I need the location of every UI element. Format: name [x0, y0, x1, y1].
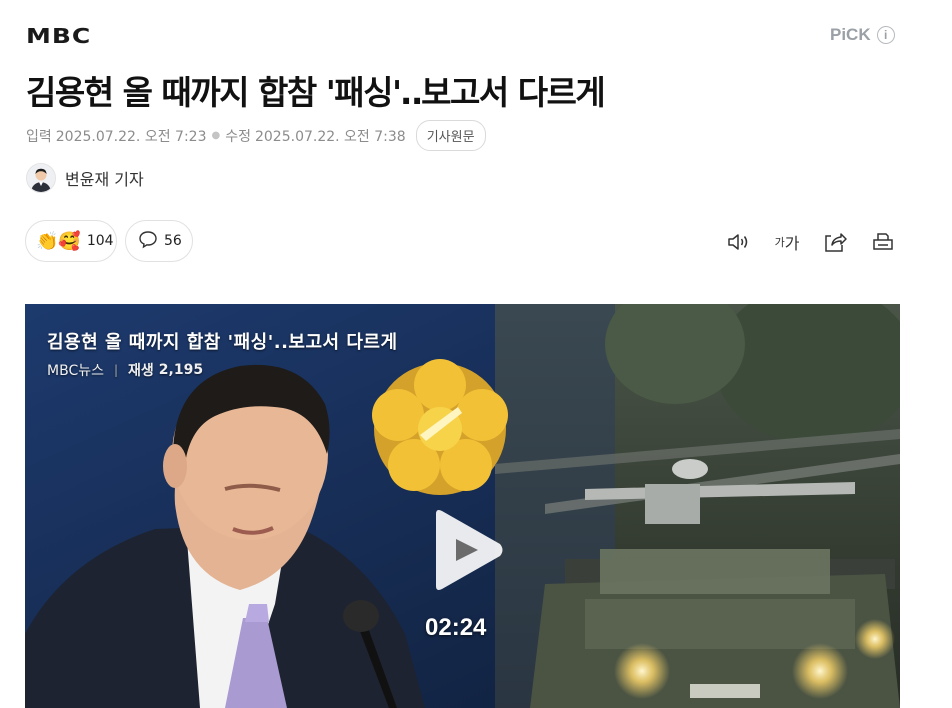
reaction-button[interactable]: 👏 🥰 104: [25, 220, 117, 262]
comment-count: 56: [164, 233, 182, 249]
info-icon[interactable]: i: [876, 26, 895, 44]
font-size-button[interactable]: 가가: [772, 228, 802, 256]
input-label: 입력: [26, 128, 52, 145]
font-small-label: 가: [774, 236, 785, 249]
article-tools: 가가: [724, 228, 898, 256]
pick-badge[interactable]: PiCK i: [830, 25, 895, 45]
video-title: 김용현 올 때까지 합참 '패싱'..보고서 다르게: [47, 332, 398, 353]
comment-icon: [138, 229, 158, 253]
modified-label: 수정: [225, 128, 251, 145]
reporter-name: 변윤재 기자: [65, 170, 144, 189]
original-article-button[interactable]: 기사원문: [415, 120, 486, 151]
font-large-label: 가: [784, 234, 800, 253]
modified-date: 2025.07.22. 오전 7:38: [254, 128, 406, 145]
clap-emoji-icon: 👏: [36, 230, 59, 252]
video-player[interactable]: 김용현 올 때까지 합참 '패싱'..보고서 다르게 MBC뉴스 | 재생 2,…: [25, 304, 900, 708]
article-meta: 입력 2025.07.22. 오전 7:23 ● 수정 2025.07.22. …: [26, 120, 486, 151]
video-duration: 02:24: [425, 614, 487, 641]
video-views-label: 재생: [128, 363, 154, 379]
comment-button[interactable]: 56: [125, 220, 193, 262]
article-headline: 김용현 올 때까지 합참 '패싱'‥보고서 다르게: [26, 73, 606, 112]
video-channel: MBC뉴스: [47, 363, 104, 379]
play-icon[interactable]: [430, 508, 504, 592]
video-views: 2,195: [158, 362, 204, 378]
meta-separator: ●: [211, 130, 221, 141]
mbc-logo[interactable]: MBC: [26, 24, 91, 48]
speaker-icon: [728, 234, 748, 250]
reaction-bar: 👏 🥰 104 56: [25, 220, 193, 262]
print-button[interactable]: [868, 228, 898, 256]
input-date: 2025.07.22. 오전 7:23: [55, 128, 207, 145]
print-icon: [873, 233, 893, 250]
video-meta: MBC뉴스 | 재생 2,195: [47, 360, 203, 380]
love-emoji-icon: 🥰: [58, 230, 81, 252]
share-icon: [825, 233, 847, 252]
pick-label: PiCK: [830, 25, 871, 44]
reporter[interactable]: 변윤재 기자: [26, 163, 144, 193]
share-button[interactable]: [820, 228, 850, 256]
audio-button[interactable]: [724, 228, 754, 256]
video-meta-separator: |: [113, 363, 119, 377]
reaction-count: 104: [86, 233, 114, 249]
reporter-avatar: [26, 163, 56, 193]
